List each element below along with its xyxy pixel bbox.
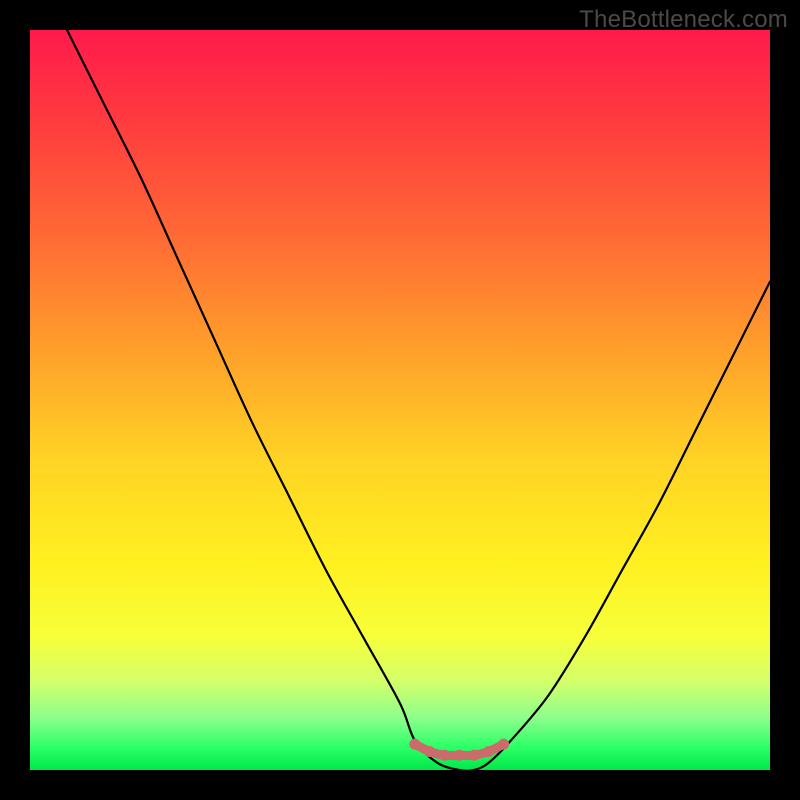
chart-svg [30,30,770,770]
plot-area [30,30,770,770]
bottleneck-curve-line [67,30,770,770]
chart-frame: TheBottleneck.com [0,0,800,800]
